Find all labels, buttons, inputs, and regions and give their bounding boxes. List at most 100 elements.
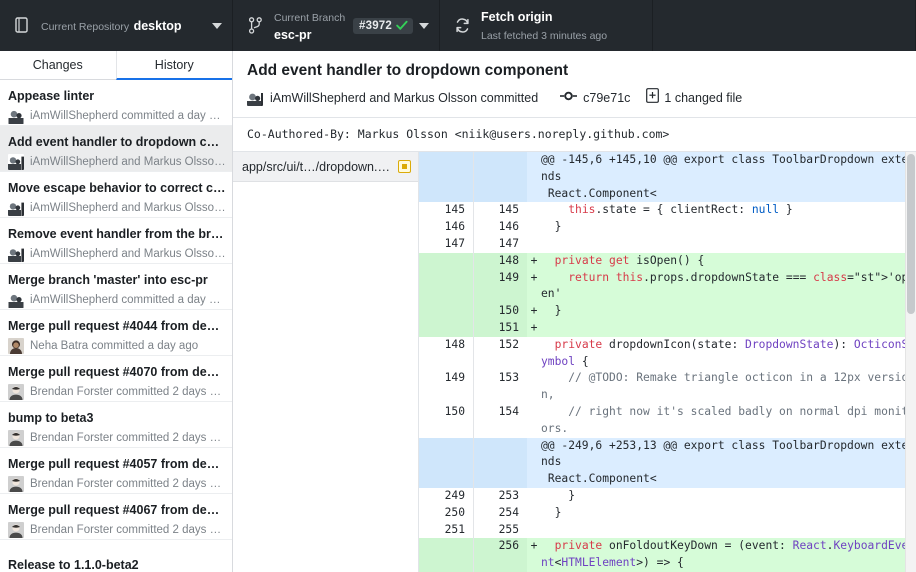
pull-request-badge[interactable]: #3972 [353,18,413,34]
current-repository-button[interactable]: Current Repository desktop [0,0,233,51]
avatar [8,108,24,124]
diff-line[interactable]: 250254 } [419,505,916,522]
tab-history[interactable]: History [116,51,233,80]
commit-list-item[interactable]: Merge pull request #4070 from desk…Brend… [0,356,232,402]
commit-author: iAmWillShepherd and Markus Olsson commit… [270,91,538,105]
diff-line[interactable]: @@ -145,6 +145,10 @@ export class Toolba… [419,152,916,202]
commit-list-item[interactable]: Add event handler to dropdown com…iAmWil… [0,126,232,172]
fetch-origin-button[interactable]: Fetch origin Last fetched 3 minutes ago [440,0,653,51]
repo-icon [12,17,32,34]
chevron-down-icon [212,23,222,29]
tab-changes[interactable]: Changes [0,51,116,80]
branch-value: esc-pr [274,28,312,42]
diff-new-line-number: 150 [473,303,527,320]
commit-list-item-meta: iAmWillShepherd and Markus Olsson… [8,200,226,216]
file-diff-icon [646,88,659,108]
diff-old-line-number: 250 [419,505,473,522]
commit-list-item[interactable]: bump to beta3Brendan Forster committed 2… [0,402,232,448]
diff-new-line-number [473,438,527,488]
repository-label: Current Repository [41,21,129,33]
diff-new-line-number [473,152,527,202]
diff-line[interactable]: 151+ [419,320,916,337]
diff-new-line-number: 255 [473,522,527,539]
diff-line-code [541,522,916,539]
diff-line-marker [527,202,541,219]
diff-line-code: private onFoldoutKeyDown = (event: React… [541,538,916,572]
diff-line[interactable]: 149153 // @TODO: Remake triangle octicon… [419,370,916,404]
diff-line[interactable]: 146146 } [419,219,916,236]
diff-line-marker [527,404,541,438]
commit-list-item-meta: Neha Batra committed a day ago [8,338,226,354]
diff-line[interactable]: 145145 this.state = { clientRect: null } [419,202,916,219]
diff-line-marker [527,152,541,202]
commit-list-item[interactable]: Release to 1.1.0-beta2 [0,540,232,572]
diff-new-line-number: 154 [473,404,527,438]
diff-line[interactable]: 150+ } [419,303,916,320]
changed-file-item[interactable]: app/src/ui/t…/dropdown.tsx [233,152,418,182]
commit-list-item-title: Merge pull request #4057 from desk… [8,455,226,474]
diff-old-line-number: 149 [419,370,473,404]
diff-line[interactable]: 150154 // right now it's scaled badly on… [419,404,916,438]
diff-line-marker: + [527,320,541,337]
diff-line[interactable]: 148152 private dropdownIcon(state: Dropd… [419,337,916,371]
branch-text: Current Branch esc-pr [274,8,349,44]
diff-line-code [541,320,916,337]
commit-list-item[interactable]: Merge pull request #4067 from desk…Brend… [0,494,232,540]
diff-line-marker: + [527,303,541,320]
commit-list-item[interactable]: Remove event handler from the bran…iAmWi… [0,218,232,264]
diff-new-line-number: 149 [473,270,527,304]
git-commit-icon [560,89,577,107]
commit-sha: c79e71c [583,91,630,105]
diff-line[interactable]: 149+ return this.props.dropdownState ===… [419,270,916,304]
diff-new-line-number: 153 [473,370,527,404]
changed-files-group[interactable]: 1 changed file [646,88,742,108]
diff-line[interactable]: 249253 } [419,488,916,505]
diff-old-line-number [419,303,473,320]
diff-old-line-number: 147 [419,236,473,253]
commit-list-item-meta: Brendan Forster committed 2 days ago [8,430,226,446]
diff-new-line-number: 147 [473,236,527,253]
diff-line-code: // right now it's scaled badly on normal… [541,404,916,438]
commit-list-item-title: Move escape behavior to correct co… [8,179,226,198]
commit-list-item[interactable]: Merge pull request #4057 from desk…Brend… [0,448,232,494]
commit-list-item[interactable]: Appease linteriAmWillShepherd committed … [0,80,232,126]
commit-title: Add event handler to dropdown component [247,61,902,81]
diff-new-line-number: 148 [473,253,527,270]
diff-viewer[interactable]: @@ -145,6 +145,10 @@ export class Toolba… [419,152,916,572]
diff-line-code: return this.props.dropdownState === clas… [541,270,916,304]
app-body: Changes History Appease linteriAmWillShe… [0,51,916,572]
diff-line[interactable]: 256+ private onFoldoutKeyDown = (event: … [419,538,916,572]
diff-line-code [541,236,916,253]
current-branch-button[interactable]: Current Branch esc-pr #3972 [233,0,440,51]
commit-list-item[interactable]: Merge pull request #4044 from des…Neha B… [0,310,232,356]
sidebar-tabs: Changes History [0,51,232,80]
commit-meta: iAmWillShepherd and Markus Olsson commit… [247,88,902,117]
diff-line[interactable]: 147147 [419,236,916,253]
commit-list[interactable]: Appease linteriAmWillShepherd committed … [0,80,232,572]
commit-list-item[interactable]: Move escape behavior to correct co… iAmWi… [0,172,232,218]
main-panel: Add event handler to dropdown component … [233,51,916,572]
modified-square-icon [398,160,411,173]
commit-list-item-meta: iAmWillShepherd and Markus Olsson… [8,246,226,262]
diff-old-line-number: 148 [419,337,473,371]
diff-line-code: } [541,303,916,320]
diff-line-code: } [541,505,916,522]
diff-line[interactable]: @@ -249,6 +253,13 @@ export class Toolba… [419,438,916,488]
commit-list-item-title: Appease linter [8,87,226,106]
diff-line-code: } [541,219,916,236]
app-toolbar: Current Repository desktop Current Branc… [0,0,916,51]
diff-line-code: } [541,488,916,505]
diff-line-marker [527,219,541,236]
avatar [8,292,24,308]
sync-icon [452,17,472,34]
avatar [8,246,24,262]
diff-scrollbar-thumb[interactable] [907,154,915,314]
diff-scrollbar[interactable] [905,152,916,572]
diff-line[interactable]: 148+ private get isOpen() { [419,253,916,270]
diff-line-code: @@ -145,6 +145,10 @@ export class Toolba… [541,152,916,202]
repository-value: desktop [134,19,182,33]
commit-description: Co-Authored-By: Markus Olsson <niik@user… [233,118,916,152]
commit-list-item[interactable]: Merge branch 'master' into esc-priAmWill… [0,264,232,310]
commit-sha-group[interactable]: c79e71c [560,89,630,107]
diff-line[interactable]: 251255 [419,522,916,539]
